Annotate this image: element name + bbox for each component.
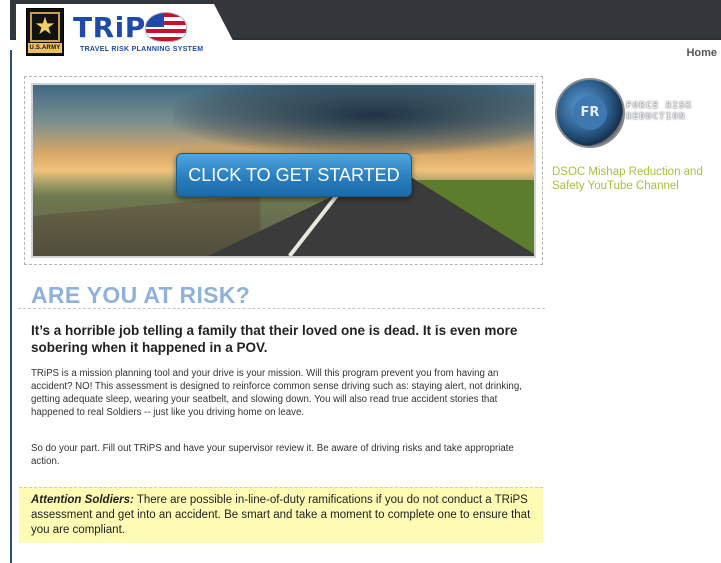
star-icon: ★ <box>34 13 56 40</box>
nav-home-link[interactable]: Home <box>686 47 717 59</box>
left-border <box>10 50 12 563</box>
hero-road-image[interactable]: CLICK TO GET STARTED <box>31 83 536 258</box>
frr-badge-initials: FR <box>573 96 607 130</box>
page-headline: ARE YOU AT RISK? <box>31 282 251 308</box>
divider <box>18 308 545 309</box>
force-risk-reduction-title[interactable]: FORCE RISK REDUCTION <box>626 101 718 123</box>
hero-frame: CLICK TO GET STARTED <box>24 76 543 265</box>
lead-text: It’s a horrible job telling a family tha… <box>31 323 518 355</box>
attention-notice: Attention Soldiers: There are possible i… <box>19 487 543 543</box>
army-label: U.S.ARMY <box>28 43 62 53</box>
star-frame: ★ <box>30 12 60 42</box>
body-paragraph-1: TRiPS is a mission planning tool and you… <box>31 368 522 418</box>
body-paragraph-2: So do your part. Fill out TRiPS and have… <box>31 443 514 467</box>
hero-clouds <box>173 85 534 155</box>
force-risk-reduction-badge[interactable]: FR <box>555 78 625 148</box>
army-star-logo[interactable]: ★ U.S.ARMY <box>26 8 64 56</box>
flag-icon <box>145 12 187 42</box>
get-started-button[interactable]: CLICK TO GET STARTED <box>176 153 412 197</box>
attention-label: Attention Soldiers: <box>31 494 134 506</box>
youtube-channel-link[interactable]: DSOC Mishap Reduction and Safety YouTube… <box>552 165 720 193</box>
trips-logo-subtitle: TRAVEL RISK PLANNING SYSTEM <box>80 46 204 53</box>
